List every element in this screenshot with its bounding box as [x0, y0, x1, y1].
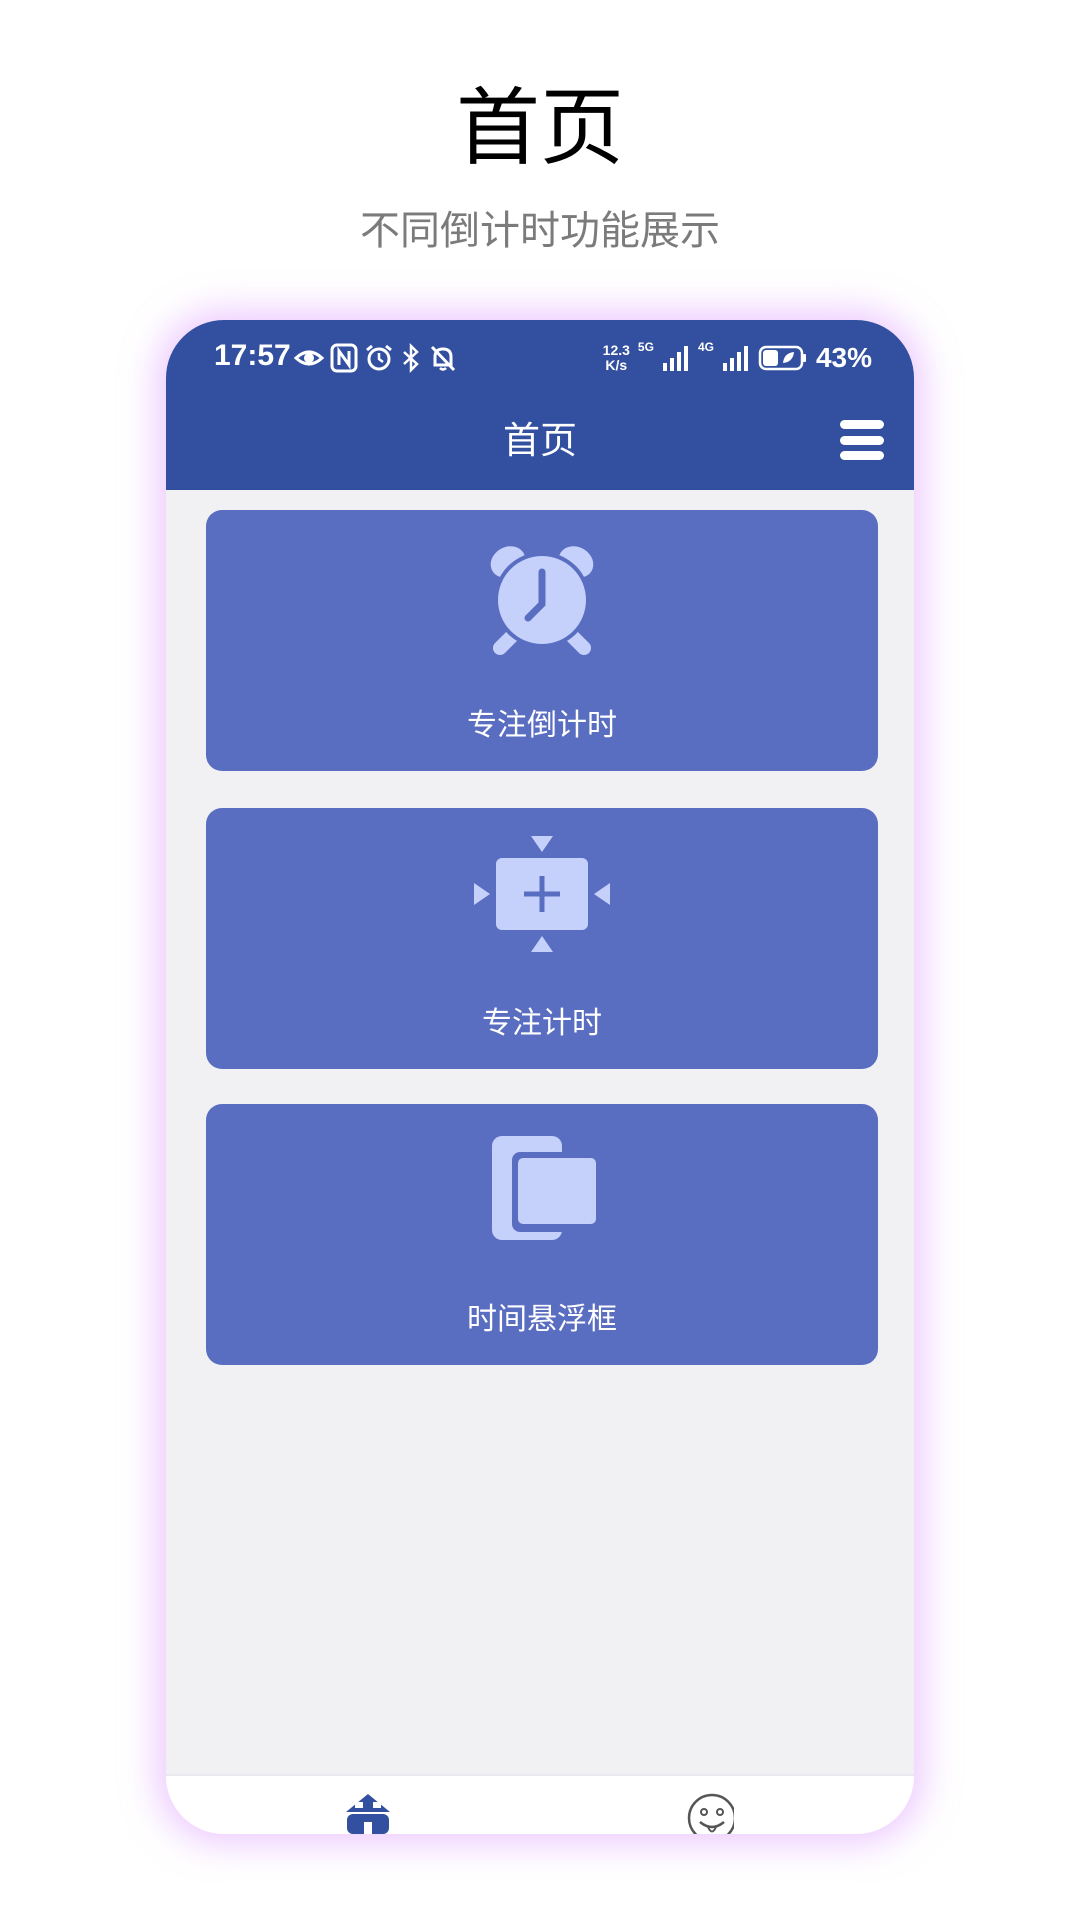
- smiley-icon: [687, 1793, 734, 1834]
- network-speed: 12.3 K/s: [603, 343, 630, 373]
- card-label: 专注计时: [482, 1006, 602, 1041]
- app-title: 首页: [503, 419, 577, 462]
- sim1-network-type: 5G: [637, 340, 654, 354]
- hamburger-menu-icon[interactable]: [838, 416, 886, 464]
- bell-muted-icon: [430, 345, 456, 372]
- bluetooth-icon: [403, 343, 419, 373]
- status-time: 17:57: [214, 339, 291, 372]
- eye-icon: [294, 350, 324, 366]
- sim2-network-type: 4G: [697, 340, 714, 354]
- card-floating-window[interactable]: 时间悬浮框: [206, 1104, 878, 1365]
- main-content: 专注倒计时 专注计时 时间悬浮框: [166, 490, 914, 1776]
- nav-tab-profile[interactable]: [686, 1792, 734, 1834]
- promo-title: 首页: [455, 79, 624, 177]
- status-bar: 17:57 12.3 K/s 5G 4G 43%: [166, 320, 914, 394]
- phone-frame: 17:57 12.3 K/s 5G 4G 43% 首页 专注倒计时 专注计时 时…: [166, 320, 914, 1834]
- alarm-clock-icon: [490, 546, 594, 655]
- network-speed-value: 12.3: [602, 342, 630, 358]
- nav-tab-home[interactable]: [344, 1792, 392, 1834]
- status-icons-right: 12.3 K/s 5G 4G 43%: [603, 338, 872, 378]
- floating-window-icon: [492, 1136, 598, 1240]
- promo-subtitle: 不同倒计时功能展示: [360, 208, 720, 254]
- alarm-status-icon: [366, 344, 392, 371]
- bottom-navigation: [166, 1774, 914, 1834]
- timer-plus-icon: [474, 836, 610, 952]
- signal-icon: [722, 346, 748, 371]
- card-focus-countdown[interactable]: 专注倒计时: [206, 510, 878, 771]
- signal-icon: [662, 346, 688, 371]
- battery-icon: [758, 345, 806, 371]
- status-icons-left: [294, 340, 458, 376]
- card-focus-timer[interactable]: 专注计时: [206, 808, 878, 1069]
- nfc-icon: [330, 343, 358, 373]
- card-label: 时间悬浮框: [467, 1302, 617, 1337]
- app-bar: 首页: [166, 394, 914, 490]
- battery-percentage: 43%: [815, 342, 872, 373]
- network-speed-unit: K/s: [605, 357, 628, 373]
- home-icon: [346, 1794, 390, 1834]
- card-label: 专注倒计时: [467, 708, 617, 743]
